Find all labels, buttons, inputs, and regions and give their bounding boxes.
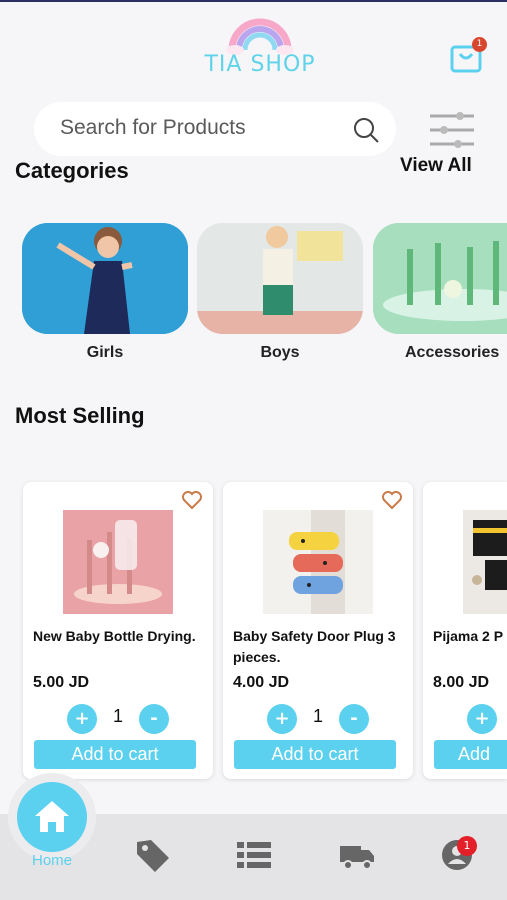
category-card-girls[interactable] [22,223,188,334]
category-label-boys: Boys [260,344,300,361]
product-price: 8.00 JD [433,674,490,691]
home-button[interactable] [17,782,87,852]
quantity-stepper: + 1 - [267,704,369,734]
accessories-photo [373,223,507,334]
app-logo: TIA SHOP [190,10,330,80]
heart-icon[interactable] [181,490,203,510]
add-to-cart-button[interactable]: Add [434,740,507,769]
decrease-button[interactable]: - [339,704,369,734]
product-name: Baby Safety Door Plug 3 pieces. [233,628,396,665]
product-card[interactable]: Pijama 2 P 8.00 JD + Add [423,482,507,779]
product-image [63,510,173,614]
search-icon[interactable] [352,116,380,144]
decrease-button[interactable]: - [139,704,169,734]
truck-icon[interactable] [338,836,376,874]
search-bar[interactable]: Search for Products [34,102,396,156]
category-label-girls: Girls [86,344,124,361]
heart-icon[interactable] [381,490,403,510]
search-input[interactable]: Search for Products [60,116,246,140]
home-nav-label[interactable]: Home [20,852,84,869]
filter-sliders-icon[interactable] [428,110,476,150]
product-name: New Baby Bottle Drying. [33,628,196,644]
status-strip [0,0,507,2]
logo-text: TIA SHOP [204,52,316,77]
quantity-stepper: + [467,704,507,734]
product-card[interactable]: New Baby Bottle Drying. 5.00 JD + 1 - Ad… [23,482,213,779]
tag-icon[interactable] [133,836,171,874]
category-card-accessories[interactable] [373,223,507,334]
list-icon[interactable] [235,836,273,874]
add-to-cart-button[interactable]: Add to cart [234,740,396,769]
profile-badge: 1 [457,836,477,856]
cart-badge: 1 [472,37,487,52]
product-image [463,510,507,614]
increase-button[interactable]: + [267,704,297,734]
home-icon [35,801,69,832]
category-card-boys[interactable] [197,223,363,334]
category-label-accessories: Accessories [405,344,500,361]
product-card[interactable]: Baby Safety Door Plug 3 pieces. 4.00 JD … [223,482,413,779]
girls-photo [22,223,188,334]
quantity-value: 1 [312,706,323,726]
increase-button[interactable]: + [467,704,497,734]
boys-photo [197,223,363,334]
increase-button[interactable]: + [67,704,97,734]
quantity-value: 1 [112,706,123,726]
product-image [263,510,373,614]
product-price: 5.00 JD [33,674,90,691]
product-price: 4.00 JD [233,674,290,691]
add-to-cart-button[interactable]: Add to cart [34,740,196,769]
most-selling-title: Most Selling [15,403,145,428]
view-all-link[interactable]: View All [400,155,472,177]
quantity-stepper: + 1 - [67,704,169,734]
categories-title: Categories [15,158,129,183]
product-name: Pijama 2 P [433,628,504,644]
